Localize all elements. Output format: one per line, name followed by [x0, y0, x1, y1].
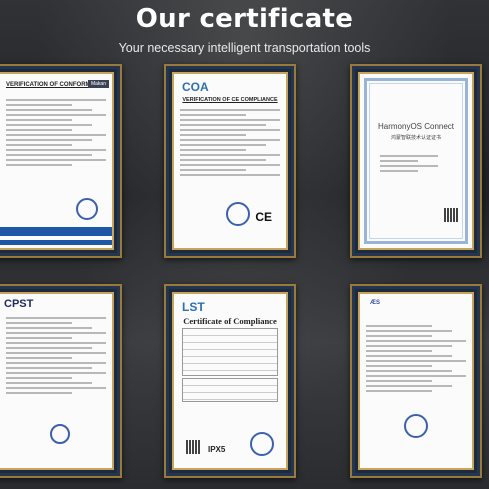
cpst-logo: CPST	[4, 298, 34, 310]
certificate-ce: COA VERIFICATION OF CE COMPLIANCE CE	[174, 74, 286, 248]
certificate-frame-2: COA VERIFICATION OF CE COMPLIANCE CE	[164, 64, 296, 258]
certificate-frame-3: HarmonyOS Connect 鸿蒙智联技术认证证书	[350, 64, 482, 258]
certificate-frame-6: ÆS	[350, 284, 482, 478]
certificate-title: Certificate of Compliance	[183, 316, 277, 326]
page-subtitle: Your necessary intelligent transportatio…	[118, 41, 371, 55]
certificate-frame-1: VERIFICATION OF CONFORMITY Makan	[0, 64, 122, 258]
qr-code-icon	[186, 440, 200, 454]
seal-icon	[404, 414, 428, 438]
certificate-table	[182, 378, 278, 402]
certificate-table	[182, 328, 278, 376]
certificate-compliance: LST Certificate of Compliance IPX5	[174, 294, 286, 468]
seal-icon	[50, 424, 70, 444]
certificate-heading: VERIFICATION OF CONFORMITY	[6, 82, 100, 88]
certificate-frame-5: LST Certificate of Compliance IPX5	[164, 284, 296, 478]
coa-logo: COA	[182, 80, 209, 94]
certificate-heading: VERIFICATION OF CE COMPLIANCE	[182, 97, 278, 103]
aes-logo: ÆS	[370, 300, 381, 306]
certificate-subtitle: 鸿蒙智联技术认证证书	[390, 135, 441, 141]
certificate-frame-4: CPST	[0, 284, 122, 478]
seal-icon	[250, 432, 274, 456]
certificate-tag: Makan	[87, 80, 109, 88]
qr-code-icon	[444, 208, 458, 222]
ce-mark-icon: CE	[255, 210, 272, 224]
certificate-cpst: CPST	[0, 294, 112, 468]
lst-logo: LST	[182, 300, 205, 314]
page-title: Our certificate	[135, 4, 354, 34]
footer-bar	[0, 240, 112, 245]
ip-rating: IPX5	[208, 445, 226, 454]
footer-bar	[0, 227, 112, 236]
seal-icon	[226, 202, 250, 226]
certificate-conformity: VERIFICATION OF CONFORMITY Makan	[0, 74, 112, 248]
seal-icon	[76, 198, 98, 220]
certificate-aes: ÆS	[360, 294, 472, 468]
certificate-harmonyos: HarmonyOS Connect 鸿蒙智联技术认证证书	[360, 74, 472, 248]
certificate-title: HarmonyOS Connect	[377, 122, 455, 131]
